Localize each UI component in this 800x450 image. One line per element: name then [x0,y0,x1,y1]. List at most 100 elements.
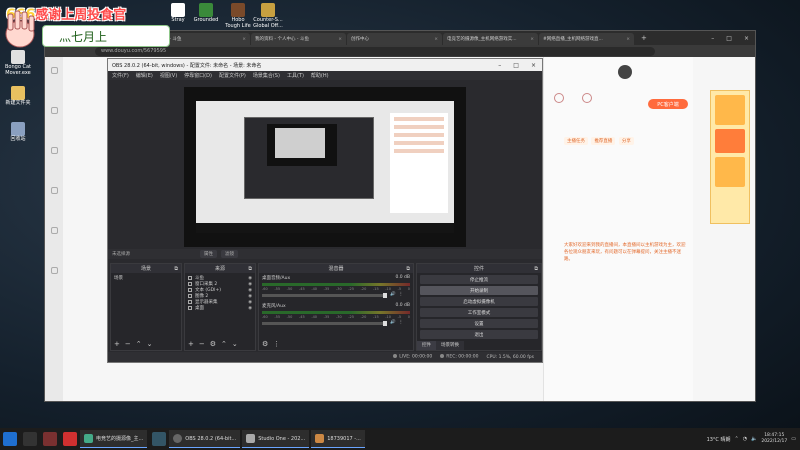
menu-tools[interactable]: 工具(T) [287,72,304,79]
desktop-icon-new-folder[interactable]: 新建文件夹 [2,86,34,116]
maximize-icon[interactable]: □ [720,35,738,42]
more-icon[interactable]: ⋮ [273,340,280,348]
close-icon[interactable]: × [530,37,534,42]
chevron-up-icon[interactable]: ⌃ [735,436,739,442]
maximize-icon[interactable]: □ [507,62,525,69]
avatar[interactable] [618,65,632,79]
close-icon[interactable]: × [434,37,438,42]
speaker-icon[interactable]: 🔊 [390,292,396,297]
desktop-icon-bongo-cat[interactable]: Bongo Cat Mover.exe [2,50,34,80]
volume-slider[interactable] [262,321,387,326]
gear-icon[interactable]: ⚙ [210,340,216,348]
studio-mode-button[interactable]: 工作室模式 [420,308,538,317]
eye-icon[interactable]: ◉ [248,306,252,311]
side-nav-item[interactable] [48,267,60,297]
eye-icon[interactable]: ◉ [248,300,252,305]
properties-button[interactable]: 属性 [200,250,217,258]
obs-preview-canvas[interactable] [184,87,466,247]
close-icon[interactable]: × [738,35,755,42]
minimize-icon[interactable]: – [705,35,720,42]
desktop-icon-recycle-bin[interactable]: 回收站 [2,122,34,152]
menu-view[interactable]: 视图(V) [160,72,177,79]
chevron-up-icon[interactable]: ⌃ [136,340,142,348]
menu-profile[interactable]: 配置文件(P) [219,72,246,79]
minimize-icon[interactable]: – [492,62,507,69]
stop-streaming-button[interactable]: 停止推流 [420,275,538,284]
clock-icon[interactable] [582,93,592,103]
clock[interactable]: 18:47:15 2022/12/17 [761,433,787,445]
app-icon[interactable] [152,432,167,446]
side-nav-item[interactable] [48,107,60,137]
chevron-down-icon[interactable]: ⌄ [147,340,153,348]
side-nav-item[interactable] [48,227,60,257]
source-item[interactable]: 桌面 ◉ [188,305,252,311]
taskbar-app-browser[interactable]: 电竞艺的摄源像_主... [80,430,148,448]
mixer-settings-icon[interactable]: ⚙ [262,340,268,348]
menu-docks[interactable]: 停靠窗口(D) [184,72,212,79]
start-icon[interactable] [3,432,17,446]
add-icon[interactable]: + [114,340,120,348]
menu-file[interactable]: 文件(F) [112,72,129,79]
url-input[interactable]: www.douyu.com/5679595 [95,46,655,56]
menu-scene-collection[interactable]: 场景集合(S) [253,72,280,79]
eye-icon[interactable]: ◉ [248,288,252,293]
add-icon[interactable]: + [188,340,194,348]
slider-handle[interactable] [383,293,387,298]
close-icon[interactable]: × [242,37,246,42]
diamond-icon[interactable] [554,93,564,103]
tag[interactable]: 主播任务 [564,137,588,145]
chevron-up-icon[interactable]: ⌃ [221,340,227,348]
more-icon[interactable]: ⋮ [399,320,404,325]
taskbar-app-studio-one[interactable]: Studio One - 202... [242,430,310,448]
tag[interactable]: 推荐直播 [591,137,616,145]
remove-icon[interactable]: − [199,340,205,348]
remove-icon[interactable]: − [125,340,131,348]
slider-handle[interactable] [383,321,387,326]
eye-icon[interactable]: ◉ [248,282,252,287]
browser-tab[interactable]: 创作中心 × [347,33,442,45]
start-recording-button[interactable]: 开始录制 [420,286,538,295]
filters-button[interactable]: 滤镜 [221,250,238,258]
taskbar-app-other[interactable]: 18739017 -... [311,430,365,448]
notification-icon[interactable]: ▭ [791,436,796,442]
tab-controls[interactable]: 控件 [417,341,436,350]
side-nav-item[interactable] [48,147,60,177]
steam-icon[interactable] [23,432,37,446]
eye-icon[interactable]: ◉ [248,294,252,299]
exit-button[interactable]: 退出 [420,330,538,339]
audio-mixer-dock: 混音器 ⧉ 桌面音频/Aux 0.0 dB -60 -55 -50 -45 -40 -35 -3… [258,263,414,351]
close-icon[interactable]: × [338,37,342,42]
browser-tab[interactable]: #网络直播_主机网络游戏直... × [539,33,634,45]
tag[interactable]: 分享 [618,137,634,145]
netease-icon[interactable] [63,432,77,446]
side-nav-item[interactable] [48,187,60,217]
settings-button[interactable]: 设置 [420,319,538,328]
browser-tab[interactable]: 电竞艺的摄源像_主机网络游戏实... × [443,33,538,45]
scene-item[interactable]: 场景 [114,275,178,281]
more-icon[interactable]: ⋮ [399,292,404,297]
chevron-down-icon[interactable]: ⌄ [232,340,238,348]
menu-help[interactable]: 帮助(H) [311,72,329,79]
speaker-icon[interactable]: 🔊 [390,320,396,325]
volume-slider[interactable] [262,293,387,298]
eye-icon[interactable]: ◉ [248,276,252,281]
side-nav-item[interactable] [48,67,60,97]
side-advert[interactable] [710,90,750,224]
taskbar-app-obs[interactable]: OBS 28.0.2 (64-bit... [169,430,241,448]
new-tab-icon[interactable]: + [635,34,653,42]
close-icon[interactable]: × [525,62,542,69]
network-icon[interactable]: ◔ [743,436,747,442]
menu-edit[interactable]: 编辑(E) [136,72,153,79]
browser-tab[interactable]: 我的资料 - 个人中心 - 斗鱼 × [251,33,346,45]
start-virtual-camera-button[interactable]: 启动虚拟摄像机 [420,297,538,306]
volume-icon[interactable]: 🔈 [751,436,757,442]
app-icon[interactable] [43,432,57,446]
weather-text[interactable]: 13°C 晴朗 [707,436,731,443]
pc-client-button[interactable]: PC客户端 [648,99,688,109]
dock-popout-icon[interactable]: ⧉ [406,266,410,272]
close-icon[interactable]: × [626,37,630,42]
tab-scene-transitions[interactable]: 场景转换 [436,341,464,350]
dock-popout-icon[interactable]: ⧉ [174,266,178,272]
dock-popout-icon[interactable]: ⧉ [534,266,538,272]
dock-popout-icon[interactable]: ⧉ [248,266,252,272]
